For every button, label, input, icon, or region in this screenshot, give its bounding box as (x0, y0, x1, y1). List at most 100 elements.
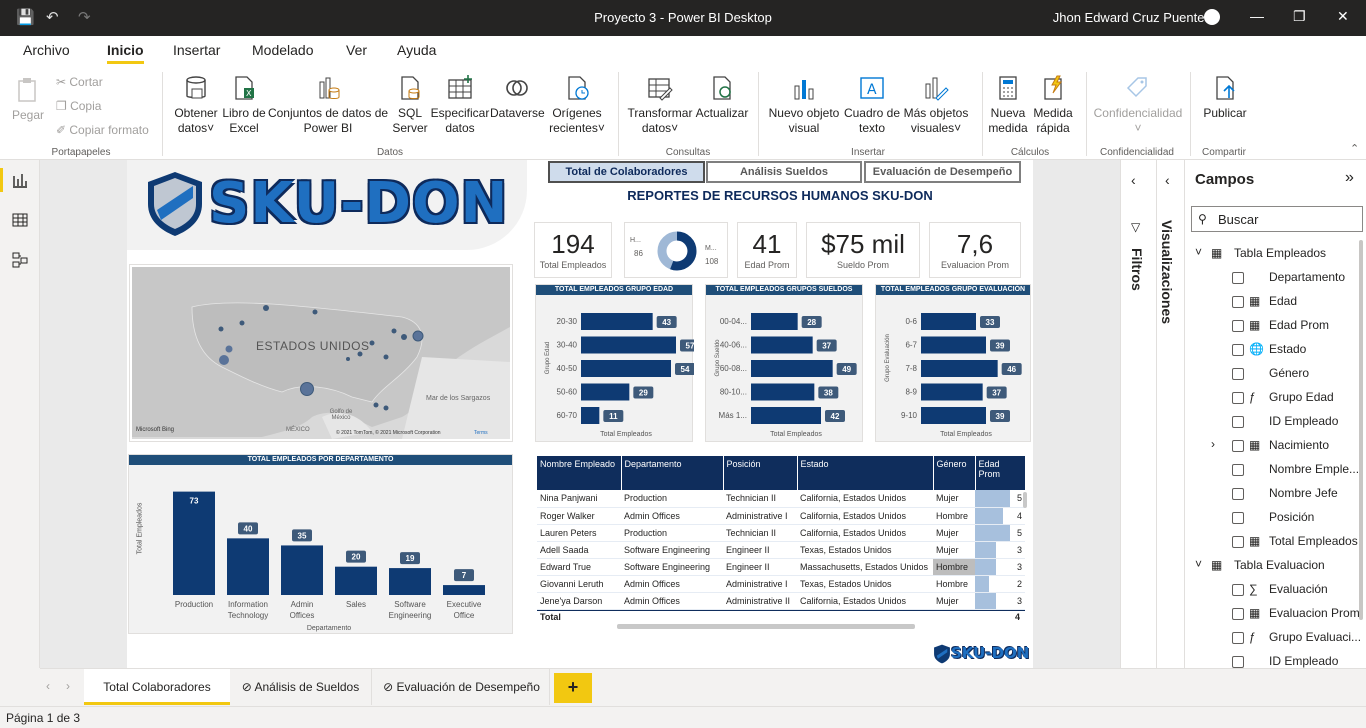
model-view-icon[interactable] (12, 252, 28, 268)
chevron-down-icon[interactable]: ˅ (1195, 245, 1202, 259)
chart-grupo-edad[interactable]: TOTAL EMPLEADOS GRUPO EDAD 20-30 43 30-40 5… (535, 284, 694, 442)
field-item[interactable]: Departamento (1191, 266, 1361, 290)
field-checkbox[interactable] (1232, 272, 1244, 284)
field-checkbox[interactable] (1232, 488, 1244, 500)
collapse-filters-icon[interactable]: ‹ (1131, 172, 1136, 188)
tab-archivo[interactable]: Archivo (23, 42, 70, 58)
chart-departamento[interactable]: TOTAL EMPLEADOS POR DEPARTAMENTO 73 Produ… (128, 454, 513, 634)
field-table[interactable]: ˅ ▦ Tabla Empleados (1191, 242, 1361, 266)
collapse-visualizations-icon[interactable]: ‹ (1165, 172, 1170, 188)
close-icon[interactable]: ✕ (1337, 8, 1349, 25)
publish-button[interactable]: Publicar (1196, 74, 1254, 121)
kpi-card-sueldo[interactable]: $75 mil Sueldo Prom (806, 222, 920, 278)
collapse-fields-icon[interactable]: » (1345, 169, 1354, 187)
field-checkbox[interactable] (1232, 296, 1244, 308)
tab-ayuda[interactable]: Ayuda (397, 42, 436, 58)
nav-button-colaboradores[interactable]: Total de Colaboradores (548, 161, 705, 183)
field-item[interactable]: ID Empleado (1191, 650, 1361, 668)
powerbi-datasets-button[interactable]: Conjuntos de datos de Power BI (266, 74, 390, 136)
report-view-icon[interactable] (12, 172, 28, 188)
field-checkbox[interactable] (1232, 632, 1244, 644)
page-tab-colaboradores[interactable]: Total Colaboradores (84, 669, 230, 705)
field-item[interactable]: ID Empleado (1191, 410, 1361, 434)
field-item[interactable]: Nombre Emple... (1191, 458, 1361, 482)
field-item[interactable]: Posición (1191, 506, 1361, 530)
column-header[interactable]: Posición (723, 456, 798, 490)
field-checkbox[interactable] (1232, 416, 1244, 428)
page-tab-desempeno[interactable]: ⊘ Evaluación de Desempeño (374, 669, 550, 705)
field-item[interactable]: ▦ Evaluacion Prom (1191, 602, 1361, 626)
filters-pane[interactable]: ‹ ▽ Filtros (1120, 160, 1156, 668)
field-item[interactable]: ▦ Edad (1191, 290, 1361, 314)
cut-button[interactable]: ✂ Cortar (56, 75, 103, 89)
field-table[interactable]: ˅ ▦ Tabla Evaluacion (1191, 554, 1361, 578)
field-checkbox[interactable] (1232, 536, 1244, 548)
new-measure-button[interactable]: Nueva medida (986, 74, 1030, 136)
tab-insertar[interactable]: Insertar (173, 42, 220, 58)
nav-button-desempeno[interactable]: Evaluación de Desempeño (864, 161, 1021, 183)
sql-server-button[interactable]: SQL Server (390, 74, 430, 136)
chevron-down-icon[interactable]: ˅ (1195, 557, 1202, 571)
field-checkbox[interactable] (1232, 344, 1244, 356)
field-checkbox[interactable] (1232, 512, 1244, 524)
filters-label[interactable]: Filtros (1129, 248, 1145, 291)
minimize-icon[interactable]: — (1250, 8, 1264, 24)
column-header[interactable]: Estado (797, 456, 934, 490)
add-page-button[interactable]: + (554, 673, 592, 703)
user-name[interactable]: Jhon Edward Cruz Puentes (1053, 10, 1211, 25)
nav-button-sueldos[interactable]: Análisis Sueldos (706, 161, 862, 183)
restore-icon[interactable]: ❐ (1293, 8, 1306, 25)
dataverse-button[interactable]: Dataverse (490, 74, 545, 121)
tab-modelado[interactable]: Modelado (252, 42, 314, 58)
field-checkbox[interactable] (1232, 368, 1244, 380)
field-item[interactable]: ƒ Grupo Evaluaci... (1191, 626, 1361, 650)
table-row[interactable]: Edward True Software Engineering Engineer … (537, 558, 1025, 576)
column-header[interactable]: Género (933, 456, 976, 490)
table-vertical-scrollbar[interactable] (1023, 492, 1027, 508)
column-header[interactable]: Departamento (621, 456, 724, 490)
table-row[interactable]: Nina Panjwani Production Technician II Cali… (537, 490, 1025, 508)
new-visual-button[interactable]: Nuevo objeto visual (764, 74, 844, 136)
table-row[interactable]: Roger Walker Admin Offices Administrative … (537, 507, 1025, 525)
sensitivity-button[interactable]: Confidencialidad ˅ (1090, 74, 1186, 136)
field-item[interactable]: › ▦ Nacimiento (1191, 434, 1361, 458)
column-header[interactable]: Nombre Empleado (537, 456, 622, 490)
map-visual[interactable]: ESTADOS UNIDOS Golfo de México Mar de lo… (129, 264, 513, 442)
visualizations-pane[interactable]: ‹ Visualizaciones (1156, 160, 1184, 668)
excel-button[interactable]: X Libro de Excel (222, 74, 266, 136)
field-checkbox[interactable] (1232, 608, 1244, 620)
visualizations-label[interactable]: Visualizaciones (1159, 220, 1175, 324)
next-page-icon[interactable]: › (66, 679, 70, 693)
field-checkbox[interactable] (1232, 320, 1244, 332)
table-horizontal-scrollbar[interactable] (617, 624, 915, 629)
page-tab-sueldos[interactable]: ⊘ Análisis de Sueldos (230, 669, 372, 705)
collapse-ribbon-icon[interactable]: ⌃ (1350, 142, 1359, 155)
kpi-card-edad[interactable]: 41 Edad Prom (737, 222, 797, 278)
fields-scrollbar[interactable] (1359, 240, 1363, 620)
field-item[interactable]: 🌐 Estado (1191, 338, 1361, 362)
donut-gender[interactable]: H... 86 M... 108 (624, 222, 728, 278)
text-box-button[interactable]: A Cuadro de texto (842, 74, 902, 136)
table-row[interactable]: Jene'ya Darson Admin Offices Administrativ… (537, 592, 1025, 610)
enter-data-button[interactable]: Especificar datos (430, 74, 490, 136)
field-checkbox[interactable] (1232, 440, 1244, 452)
chart-grupo-evaluacion[interactable]: TOTAL EMPLEADOS GRUPO EVALUACIÓN 0-6 33 6-… (875, 284, 1031, 442)
kpi-card-evaluacion[interactable]: 7,6 Evaluacion Prom (929, 222, 1021, 278)
field-checkbox[interactable] (1232, 392, 1244, 404)
transform-data-button[interactable]: Transformar datos˅ (624, 74, 696, 136)
format-painter-button[interactable]: ✐ Copiar formato (56, 123, 149, 137)
data-view-icon[interactable] (12, 212, 28, 228)
field-checkbox[interactable] (1232, 584, 1244, 596)
employee-table[interactable]: Nombre Empleado Departamento Posición Es… (537, 456, 1029, 632)
fields-search-box[interactable]: ⚲ Buscar (1191, 206, 1363, 232)
avatar[interactable] (1204, 9, 1220, 25)
table-row[interactable]: Adell Saada Software Engineering Engineer … (537, 541, 1025, 559)
field-checkbox[interactable] (1232, 656, 1244, 668)
column-header[interactable]: Edad Prom (975, 456, 1026, 490)
tab-ver[interactable]: Ver (346, 42, 367, 58)
tab-inicio[interactable]: Inicio (107, 42, 144, 64)
field-item[interactable]: Nombre Jefe (1191, 482, 1361, 506)
field-item[interactable]: ▦ Edad Prom (1191, 314, 1361, 338)
get-data-button[interactable]: Obtener datos˅ (170, 74, 222, 136)
field-item[interactable]: ∑ Evaluación (1191, 578, 1361, 602)
